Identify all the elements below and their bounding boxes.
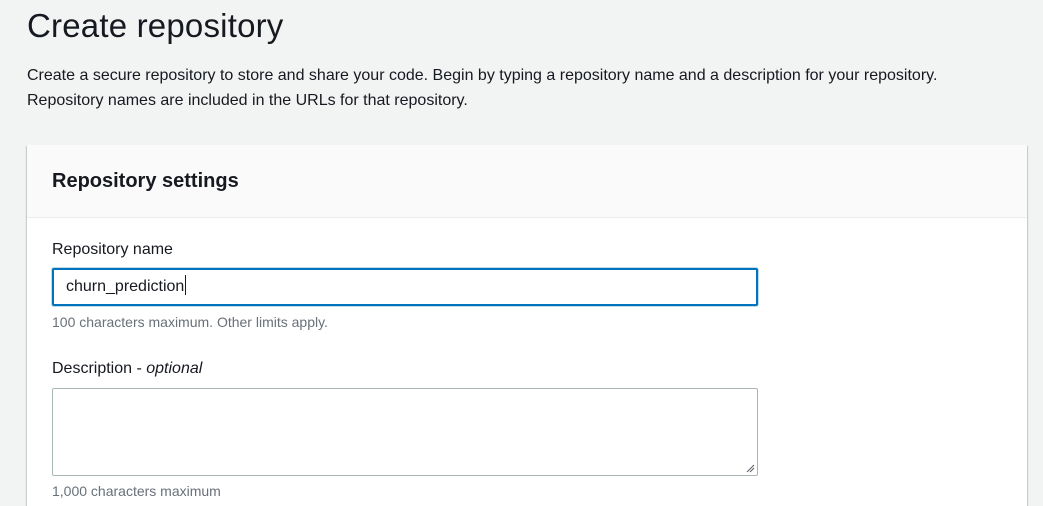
optional-tag: optional [146, 360, 203, 377]
description-label-text: Description [52, 360, 133, 377]
panel-title: Repository settings [52, 170, 239, 192]
repository-name-value: churn_prediction [66, 278, 185, 295]
repository-name-constraint: 100 characters maximum. Other limits app… [52, 314, 328, 330]
resize-handle-icon[interactable] [745, 463, 755, 473]
page-description: Create a secure repository to store and … [27, 67, 938, 109]
description-constraint: 1,000 characters maximum [52, 483, 221, 499]
page-title: Create repository [27, 7, 284, 44]
create-repository-page: Create repository Create a secure reposi… [0, 0, 1043, 506]
optional-separator: - [132, 360, 147, 377]
description-label: Description - optional [52, 358, 202, 380]
text-caret [185, 275, 187, 295]
panel-header: Repository settings [27, 145, 1027, 218]
repository-name-label: Repository name [52, 241, 173, 258]
description-textarea[interactable] [52, 388, 758, 476]
repository-settings-panel: Repository settings Repository name chur… [27, 145, 1027, 506]
repository-name-input[interactable]: churn_prediction [52, 268, 758, 306]
